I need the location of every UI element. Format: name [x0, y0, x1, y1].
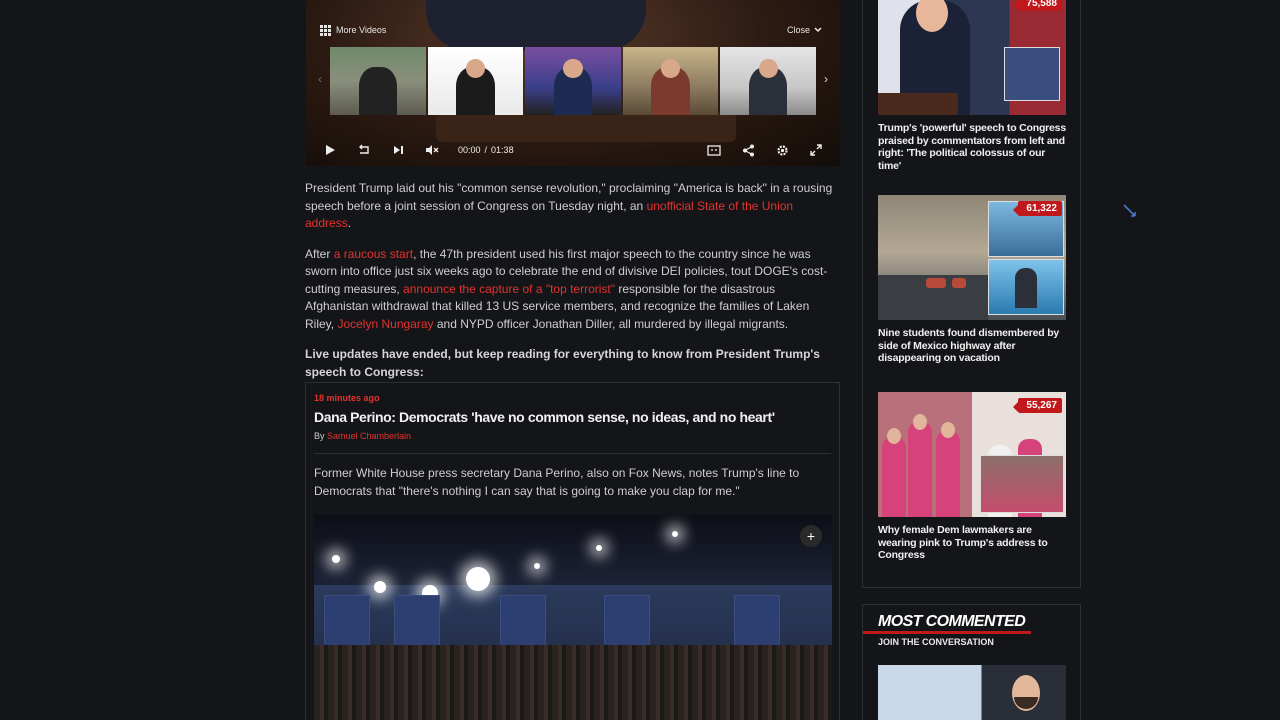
video-thumbnail[interactable]	[330, 47, 426, 115]
paragraph: After a raucous start, the 47th presiden…	[305, 246, 828, 331]
current-time: 00:00	[458, 145, 481, 155]
trending-card[interactable]: 61,322 Nine students found dismembered b…	[878, 195, 1066, 365]
author-link[interactable]: Samuel Chamberlain	[327, 431, 411, 441]
trending-image[interactable]: 75,588	[878, 0, 1066, 115]
mouse-cursor-icon	[1123, 204, 1136, 217]
more-videos-label: More Videos	[336, 25, 387, 35]
chevron-left-icon[interactable]: ‹	[318, 72, 322, 86]
captions-icon[interactable]	[706, 142, 722, 158]
sidebar-trending: 75,588 Trump's 'powerful' speech to Cong…	[862, 0, 1081, 588]
chevron-down-icon	[814, 27, 822, 33]
comment-count-badge: 61,322	[1013, 201, 1062, 216]
trending-image[interactable]: 55,267	[878, 392, 1066, 517]
comment-count-badge: 75,588	[1013, 0, 1062, 11]
duration: 01:38	[491, 145, 514, 155]
trending-title[interactable]: Why female Dem lawmakers are wearing pin…	[878, 524, 1066, 562]
fullscreen-icon[interactable]	[808, 142, 824, 158]
timestamp: 18 minutes ago	[314, 393, 380, 403]
article-body: President Trump laid out his "common sen…	[305, 180, 840, 394]
comment-count-badge: 55,267	[1013, 398, 1062, 413]
section-subheading[interactable]: JOIN THE CONVERSATION	[878, 637, 994, 647]
trending-card[interactable]: 75,588 Trump's 'powerful' speech to Cong…	[878, 0, 1066, 172]
byline: By Samuel Chamberlain	[314, 431, 412, 441]
share-icon[interactable]	[740, 142, 756, 158]
close-more-videos-button[interactable]: Close	[787, 25, 822, 35]
house-chamber-photo: +	[314, 515, 832, 720]
trending-card[interactable]: 55,267 Why female Dem lawmakers are wear…	[878, 392, 1066, 562]
video-thumbnail[interactable]	[427, 47, 524, 115]
article-link[interactable]: Jocelyn Nungaray	[337, 317, 433, 331]
settings-gear-icon[interactable]	[774, 142, 790, 158]
video-thumbnail[interactable]	[525, 47, 621, 115]
article-link[interactable]: a raucous start	[334, 247, 413, 261]
live-update-headline[interactable]: Dana Perino: Democrats 'have no common s…	[314, 409, 775, 425]
close-label: Close	[786, 25, 810, 35]
live-updates-note: Live updates have ended, but keep readin…	[305, 347, 820, 379]
video-thumbnail[interactable]	[720, 47, 816, 115]
live-update-body: Former White House press secretary Dana …	[314, 466, 800, 498]
paragraph: President Trump laid out his "common sen…	[305, 181, 833, 230]
mute-icon[interactable]	[424, 142, 440, 158]
player-controls: 00:00 / 01:38	[306, 134, 840, 166]
time-display: 00:00 / 01:38	[458, 145, 514, 155]
trending-title[interactable]: Nine students found dismembered by side …	[878, 327, 1066, 365]
article-link[interactable]: announce the capture of a "top terrorist…	[403, 282, 615, 296]
heading-underline	[863, 631, 1031, 634]
divider	[314, 453, 831, 454]
more-videos-toggle[interactable]: More Videos	[320, 25, 387, 36]
grid-icon	[320, 25, 331, 36]
expand-plus-icon[interactable]: +	[800, 525, 822, 547]
section-heading: MOST COMMENTED	[878, 613, 1026, 630]
more-videos-bar: More Videos Close	[312, 22, 834, 40]
time-separator: /	[484, 145, 488, 155]
most-commented-section: MOST COMMENTED JOIN THE CONVERSATION	[862, 604, 1081, 720]
play-icon[interactable]	[322, 142, 338, 158]
skip-next-icon[interactable]	[390, 142, 406, 158]
more-videos-carousel	[330, 47, 816, 115]
most-commented-image[interactable]	[878, 665, 1066, 720]
trending-title[interactable]: Trump's 'powerful' speech to Congress pr…	[878, 122, 1066, 172]
video-thumbnail[interactable]	[622, 47, 719, 115]
trending-image[interactable]: 61,322	[878, 195, 1066, 320]
chevron-right-icon[interactable]: ›	[824, 72, 828, 86]
video-player[interactable]: More Videos Close ‹ › 00:00 / 01:38	[306, 0, 840, 166]
replay-10-icon[interactable]	[356, 142, 372, 158]
